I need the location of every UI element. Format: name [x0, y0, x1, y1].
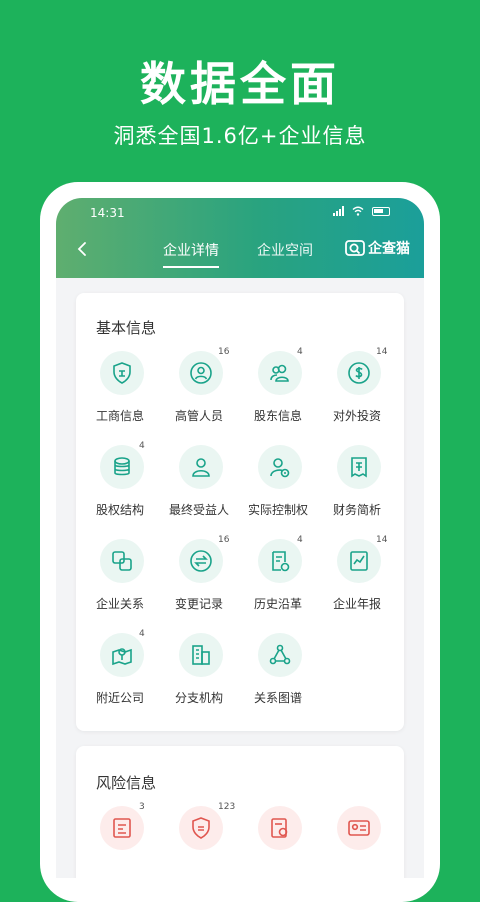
cat-logo-icon — [345, 240, 365, 256]
risk-info-title: 风险信息 — [96, 774, 157, 792]
building-icon — [179, 633, 223, 677]
battery-icon — [372, 206, 390, 216]
database-icon — [100, 445, 144, 489]
item-label: 关系图谱 — [253, 691, 302, 705]
back-arrow-icon[interactable] — [72, 238, 94, 260]
count-badge: 3 — [139, 802, 145, 812]
controller-icon — [258, 445, 302, 489]
tab-company-space[interactable]: 企业空间 — [257, 240, 313, 260]
dollar-icon — [337, 351, 381, 395]
item-label: 企业年报 — [332, 597, 381, 611]
annual-report-icon — [337, 539, 381, 583]
swap-icon — [179, 539, 223, 583]
relation-squares-icon — [100, 539, 144, 583]
risk-item[interactable]: 3 — [79, 802, 161, 878]
item-label: 历史沿革 — [253, 597, 302, 611]
graph-icon — [258, 633, 302, 677]
basic-info-item[interactable]: 4 附近公司 — [79, 629, 161, 727]
item-label: 最终受益人 — [168, 503, 229, 517]
status-time: 14:31 — [90, 206, 125, 220]
tab-company-detail[interactable]: 企业详情 — [163, 240, 219, 260]
hero-subtitle: 洞悉全国1.6亿+企业信息 — [113, 124, 367, 148]
risk-doc-icon — [100, 806, 144, 850]
basic-info-item[interactable]: 4 股东信息 — [237, 347, 319, 445]
status-icons — [333, 206, 390, 216]
count-badge: 4 — [297, 347, 303, 357]
count-badge: 4 — [139, 441, 145, 451]
count-badge: 4 — [139, 629, 145, 639]
business-license-icon — [100, 351, 144, 395]
item-label: 股东信息 — [253, 409, 302, 423]
basic-info-item[interactable]: 分支机构 — [158, 633, 240, 727]
count-badge: 14 — [376, 347, 388, 357]
basic-info-item[interactable]: 关系图谱 — [237, 633, 319, 727]
seal-doc-icon — [258, 806, 302, 850]
hero-title: 数据全面 — [140, 57, 340, 111]
item-label: 股权结构 — [95, 503, 144, 517]
brand-logo: 企查猫 — [345, 238, 410, 258]
basic-info-item[interactable]: 4 股权结构 — [79, 441, 161, 539]
item-label: 变更记录 — [174, 597, 223, 611]
risk-item[interactable] — [316, 806, 398, 878]
item-label: 财务简析 — [332, 503, 381, 517]
count-badge: 16 — [218, 535, 230, 545]
basic-info-item[interactable]: 14 对外投资 — [316, 347, 398, 445]
id-card-icon — [337, 806, 381, 850]
app-header: 14:31 企业详情 企业空间 企查猫 — [56, 198, 424, 278]
basic-info-item[interactable]: 16 变更记录 — [158, 535, 240, 633]
signal-icon — [333, 206, 344, 216]
count-badge: 123 — [218, 802, 236, 812]
basic-info-title: 基本信息 — [96, 319, 157, 337]
item-label: 工商信息 — [95, 409, 144, 423]
count-badge: 14 — [376, 535, 388, 545]
beneficiary-icon — [179, 445, 223, 489]
basic-info-item[interactable]: 16 高管人员 — [158, 347, 240, 445]
basic-info-item[interactable]: 财务简析 — [316, 445, 398, 539]
law-shield-icon — [179, 806, 223, 850]
app-screen: 14:31 企业详情 企业空间 企查猫 基本信息 工商信息 16 高管人员 4 … — [56, 198, 424, 878]
item-label: 高管人员 — [174, 409, 223, 423]
shareholders-icon — [258, 351, 302, 395]
wifi-icon — [352, 206, 364, 216]
basic-info-item[interactable]: 工商信息 — [79, 351, 161, 445]
history-doc-icon — [258, 539, 302, 583]
risk-item[interactable] — [237, 806, 319, 878]
item-label: 分支机构 — [174, 691, 223, 705]
item-label: 企业关系 — [95, 597, 144, 611]
count-badge: 4 — [297, 535, 303, 545]
person-icon — [179, 351, 223, 395]
basic-info-item[interactable]: 实际控制权 — [237, 445, 319, 539]
risk-info-card: 风险信息 3 123 — [76, 746, 404, 878]
risk-item[interactable]: 123 — [158, 802, 240, 878]
item-label: 附近公司 — [95, 691, 144, 705]
basic-info-item[interactable]: 14 企业年报 — [316, 535, 398, 633]
count-badge: 16 — [218, 347, 230, 357]
item-label: 对外投资 — [332, 409, 381, 423]
basic-info-item[interactable]: 最终受益人 — [158, 445, 240, 539]
receipt-icon — [337, 445, 381, 489]
map-pin-icon — [100, 633, 144, 677]
basic-info-item[interactable]: 4 历史沿革 — [237, 535, 319, 633]
basic-info-card: 基本信息 工商信息 16 高管人员 4 股东信息 14 对外投资 4 股权结构 最终受益人 实际控制… — [76, 293, 404, 731]
basic-info-item[interactable]: 企业关系 — [79, 539, 161, 633]
brand-name: 企查猫 — [368, 241, 410, 257]
active-tab-indicator — [163, 266, 219, 268]
item-label: 实际控制权 — [247, 503, 308, 517]
